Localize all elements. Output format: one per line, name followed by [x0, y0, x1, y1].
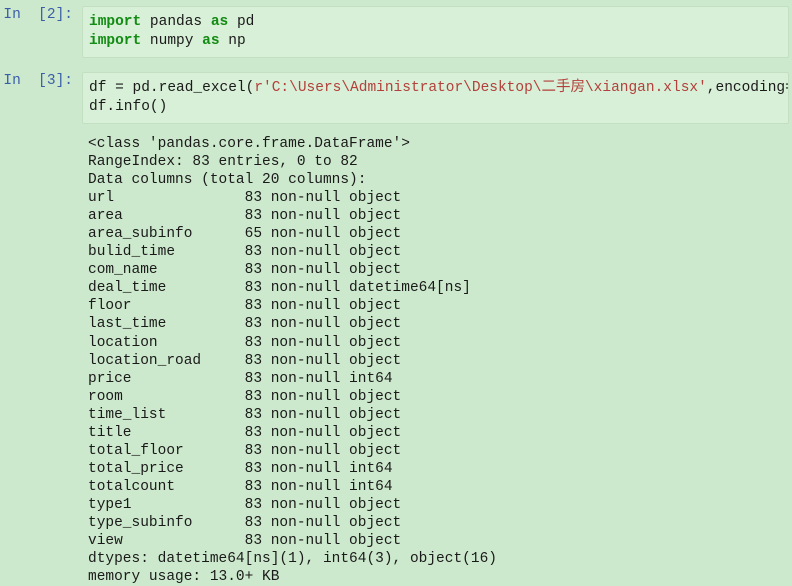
dataframe-info-text: <class 'pandas.core.frame.DataFrame'> Ra…: [88, 135, 788, 586]
code-token: as: [211, 14, 228, 30]
cell-prompt-2: In [3]:: [0, 72, 82, 91]
code-token: pandas: [141, 14, 211, 30]
code-token: df.info(): [89, 99, 167, 115]
code-cell-2[interactable]: In [3]: df = pd.read_excel(r'C:\Users\Ad…: [0, 72, 792, 124]
code-token: ,encoding=: [707, 80, 789, 96]
code-token: as: [202, 33, 219, 49]
cell-spacer: [0, 58, 792, 72]
output-stream: <class 'pandas.core.frame.DataFrame'> Ra…: [82, 135, 792, 586]
code-line: df.info(): [89, 98, 784, 117]
code-line: df = pd.read_excel(r'C:\Users\Administra…: [89, 79, 784, 98]
output-area: <class 'pandas.core.frame.DataFrame'> Ra…: [0, 135, 792, 586]
code-input-2[interactable]: df = pd.read_excel(r'C:\Users\Administra…: [82, 72, 789, 124]
cell-prompt-1: In [2]:: [0, 6, 82, 25]
output-spacer: [0, 124, 792, 135]
code-cell-1[interactable]: In [2]: import pandas as pd import numpy…: [0, 6, 792, 58]
code-token: r'C:\Users\Administrator\Desktop\二手房\xia…: [254, 80, 706, 96]
jupyter-notebook: In [2]: import pandas as pd import numpy…: [0, 0, 792, 583]
code-token: numpy: [141, 33, 202, 49]
code-line: import pandas as pd: [89, 13, 784, 32]
code-token: pd: [228, 14, 254, 30]
code-token: df = pd.read_excel(: [89, 80, 254, 96]
code-line: import numpy as np: [89, 32, 784, 51]
code-token: np: [220, 33, 246, 49]
code-token: import: [89, 14, 141, 30]
code-token: import: [89, 33, 141, 49]
code-input-1[interactable]: import pandas as pd import numpy as np: [82, 6, 789, 58]
